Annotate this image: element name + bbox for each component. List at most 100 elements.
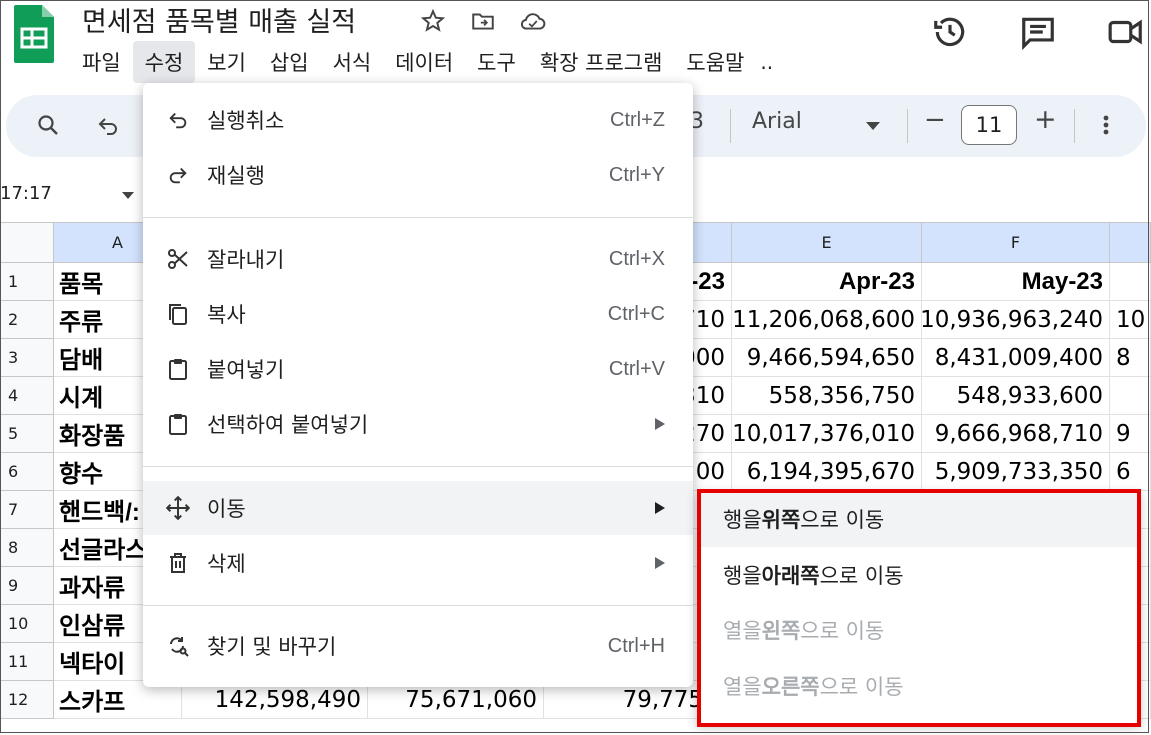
star-icon[interactable] <box>418 6 448 36</box>
video-call-icon[interactable] <box>1104 10 1148 54</box>
font-family-select[interactable]: Arial <box>752 109 802 134</box>
menu-item-label: 찾기 및 바꾸기 <box>207 635 337 659</box>
menu-item-label: 실행취소 <box>207 109 285 133</box>
submenu-text-bold: 오른쪽 <box>761 675 820 699</box>
font-size-input[interactable]: 11 <box>961 105 1017 145</box>
column-header-f[interactable]: F <box>922 223 1110 263</box>
row-header[interactable]: 5 <box>0 415 54 453</box>
history-icon[interactable] <box>928 10 972 54</box>
column-header-e[interactable]: E <box>732 223 922 263</box>
trash-icon <box>163 548 193 578</box>
row-header[interactable]: 11 <box>0 643 54 681</box>
column-header-g[interactable] <box>1110 223 1151 263</box>
toolbar-divider <box>730 109 731 143</box>
cell-jun[interactable]: 10 <box>1110 301 1151 339</box>
submenu-item-move-row-down[interactable]: 행을 아래쪽 으로 이동 <box>697 547 1140 603</box>
submenu-text-bold: 아래쪽 <box>761 564 820 588</box>
menu-item-move[interactable]: 이동 <box>143 481 693 535</box>
row-header[interactable]: 7 <box>0 491 54 529</box>
row-header[interactable]: 1 <box>0 263 54 301</box>
submenu-text-pre: 열을 <box>723 619 762 643</box>
cell-apr[interactable]: 10,017,376,010 <box>732 415 922 453</box>
submenu-text-post: 으로 이동 <box>800 619 885 643</box>
submenu-arrow-icon <box>655 502 665 514</box>
cell-may[interactable]: 5,909,733,350 <box>922 453 1110 491</box>
menu-help[interactable]: 도움말 <box>674 41 756 83</box>
menu-format[interactable]: 서식 <box>321 41 384 83</box>
submenu-item-move-column-left: 열을 왼쪽 으로 이동 <box>697 602 1140 658</box>
menu-item-delete[interactable]: 삭제 <box>143 536 693 590</box>
document-title[interactable]: 면세점 품목별 매출 실적 <box>82 0 356 39</box>
menu-data[interactable]: 데이터 <box>383 41 465 83</box>
cell-may[interactable]: 10,936,963,240 <box>922 301 1110 339</box>
menu-item-label: 선택하여 붙여넣기 <box>207 413 369 437</box>
row-header[interactable]: 6 <box>0 453 54 491</box>
toolbar-divider <box>1074 109 1075 143</box>
comments-icon[interactable] <box>1016 10 1060 54</box>
menu-item-undo[interactable]: 실행취소 Ctrl+Z <box>143 93 693 147</box>
select-all-corner[interactable] <box>0 223 54 263</box>
cell-apr[interactable]: Apr-23 <box>732 263 922 301</box>
increase-font-size-button[interactable]: + <box>1034 104 1057 135</box>
menu-more[interactable]: .. <box>756 44 777 80</box>
cell-may[interactable]: 8,431,009,400 <box>922 339 1110 377</box>
menu-item-label: 붙여넣기 <box>207 358 285 382</box>
cell-jun[interactable] <box>1110 263 1151 301</box>
font-dropdown-chevron-icon[interactable] <box>866 122 880 130</box>
submenu-arrow-icon <box>655 418 665 430</box>
sheets-logo-icon[interactable] <box>12 3 56 65</box>
row-header[interactable]: 12 <box>0 681 54 719</box>
submenu-text-post: 으로 이동 <box>819 564 904 588</box>
submenu-item-move-row-up[interactable]: 행을 위쪽 으로 이동 <box>697 491 1140 547</box>
submenu-text-pre: 열을 <box>723 675 762 699</box>
row-header[interactable]: 9 <box>0 567 54 605</box>
undo-toolbar-icon[interactable] <box>88 105 128 145</box>
cell-apr[interactable]: 6,194,395,670 <box>732 453 922 491</box>
submenu-arrow-icon <box>655 557 665 569</box>
edit-menu: 실행취소 Ctrl+Z 재실행 Ctrl+Y 잘라내기 Ctrl+X 복사 Ct… <box>143 83 693 687</box>
menu-insert[interactable]: 삽입 <box>258 41 321 83</box>
menu-item-paste-special[interactable]: 선택하여 붙여넣기 <box>143 397 693 451</box>
submenu-text-bold: 왼쪽 <box>761 619 801 643</box>
move-to-folder-icon[interactable] <box>468 6 498 36</box>
submenu-text-bold: 위쪽 <box>761 508 801 532</box>
redo-icon <box>163 160 193 190</box>
menu-item-copy[interactable]: 복사 Ctrl+C <box>143 287 693 341</box>
cell-may[interactable]: May-23 <box>922 263 1110 301</box>
row-header[interactable]: 3 <box>0 339 54 377</box>
cell-apr[interactable]: 9,466,594,650 <box>732 339 922 377</box>
move-submenu: 행을 위쪽 으로 이동 행을 아래쪽 으로 이동 열을 왼쪽 으로 이동 열을 오른쪽… <box>697 491 1140 724</box>
row-header[interactable]: 10 <box>0 605 54 643</box>
cell-jun[interactable] <box>1110 377 1151 415</box>
find-replace-icon <box>163 631 193 661</box>
decrease-font-size-button[interactable]: − <box>924 105 946 135</box>
name-box[interactable]: 17:17 <box>0 183 52 204</box>
row-header[interactable]: 8 <box>0 529 54 567</box>
menu-file[interactable]: 파일 <box>70 41 133 83</box>
menu-item-find-replace[interactable]: 찾기 및 바꾸기 Ctrl+H <box>143 619 693 673</box>
undo-icon <box>163 105 193 135</box>
search-icon[interactable] <box>28 105 68 145</box>
cell-jun[interactable]: 9 <box>1110 415 1151 453</box>
submenu-text-pre: 행을 <box>723 508 762 532</box>
row-header[interactable]: 2 <box>0 301 54 339</box>
cloud-status-icon[interactable] <box>518 6 548 36</box>
menu-item-redo[interactable]: 재실행 Ctrl+Y <box>143 148 693 202</box>
menu-edit[interactable]: 수정 <box>132 41 196 83</box>
menu-tools[interactable]: 도구 <box>465 41 528 83</box>
cell-jun[interactable]: 6 <box>1110 453 1151 491</box>
cell-apr[interactable]: 11,206,068,600 <box>732 301 922 339</box>
menu-item-cut[interactable]: 잘라내기 Ctrl+X <box>143 232 693 286</box>
cell-may[interactable]: 9,666,968,710 <box>922 415 1110 453</box>
cell-apr[interactable]: 558,356,750 <box>732 377 922 415</box>
row-header[interactable]: 4 <box>0 377 54 415</box>
menu-view[interactable]: 보기 <box>195 41 258 83</box>
menu-item-paste[interactable]: 붙여넣기 Ctrl+V <box>143 342 693 396</box>
copy-icon <box>163 299 193 329</box>
menu-extensions[interactable]: 확장 프로그램 <box>528 41 675 83</box>
name-box-chevron-icon[interactable] <box>122 192 134 199</box>
cell-jun[interactable]: 8 <box>1110 339 1151 377</box>
menu-item-shortcut: Ctrl+C <box>607 302 665 325</box>
cell-may[interactable]: 548,933,600 <box>922 377 1110 415</box>
more-options-icon[interactable] <box>1086 105 1126 145</box>
